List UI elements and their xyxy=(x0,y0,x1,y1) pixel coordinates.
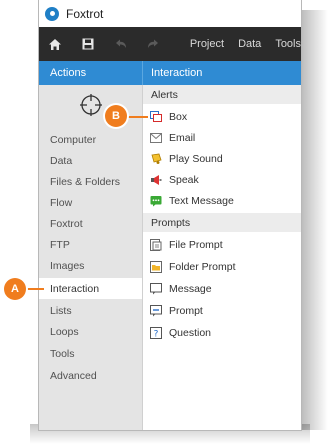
actions-item-flow[interactable]: Flow xyxy=(39,192,142,213)
actions-item-files-folders[interactable]: Files & Folders xyxy=(39,171,142,192)
actions-header: Actions xyxy=(39,61,142,85)
message-icon xyxy=(150,282,162,295)
action-message-label: Message xyxy=(169,282,212,295)
action-text-message-label: Text Message xyxy=(169,194,234,207)
menu-project[interactable]: Project xyxy=(190,38,224,50)
actions-item-foxtrot[interactable]: Foxtrot xyxy=(39,213,142,234)
undo-icon xyxy=(115,39,126,48)
action-question-label: Question xyxy=(169,326,212,339)
file-prompt-icon xyxy=(150,238,162,251)
callout-b-badge: B xyxy=(105,105,127,127)
foxtrot-window: Foxtrot Project Data Tools Actions Inter… xyxy=(38,0,302,431)
action-text-message[interactable]: Text Message xyxy=(143,190,301,211)
folder-prompt-icon xyxy=(150,260,162,273)
section-alerts: Alerts xyxy=(143,85,301,104)
actions-item-lists[interactable]: Lists xyxy=(39,300,142,321)
menu-tools[interactable]: Tools xyxy=(275,38,301,50)
actions-item-images[interactable]: Images xyxy=(39,255,142,276)
action-email[interactable]: Email xyxy=(143,127,301,148)
actions-item-data[interactable]: Data xyxy=(39,150,142,171)
action-file-prompt-label: File Prompt xyxy=(169,238,223,251)
actions-item-advanced[interactable]: Advanced xyxy=(39,365,142,386)
prompt-icon xyxy=(150,304,162,317)
svg-text:?: ? xyxy=(154,329,159,339)
text-message-icon xyxy=(150,195,162,207)
home-button[interactable] xyxy=(39,27,72,61)
action-play-sound[interactable]: Play Sound xyxy=(143,148,301,169)
interaction-panel: Alerts Box Email Play Sound Speak Text M… xyxy=(142,85,301,430)
actions-item-ftp[interactable]: FTP xyxy=(39,234,142,255)
bell-icon xyxy=(150,153,162,165)
home-icon xyxy=(49,38,62,50)
app-logo-icon xyxy=(45,6,59,21)
action-email-label: Email xyxy=(169,131,196,144)
actions-item-tools[interactable]: Tools xyxy=(39,343,142,364)
action-prompt-label: Prompt xyxy=(169,304,203,317)
action-file-prompt[interactable]: File Prompt xyxy=(143,234,301,255)
action-speak[interactable]: Speak xyxy=(143,169,301,190)
redo-button[interactable] xyxy=(137,27,170,61)
callout-a-badge: A xyxy=(4,278,26,300)
actions-item-computer[interactable]: Computer xyxy=(39,129,142,150)
question-icon: ? xyxy=(150,326,162,339)
action-folder-prompt-label: Folder Prompt xyxy=(169,260,236,273)
window-title: Foxtrot xyxy=(66,6,104,21)
action-prompt[interactable]: Prompt xyxy=(143,300,301,321)
actions-panel: Computer Data Files & Folders Flow Foxtr… xyxy=(39,85,142,430)
action-box-label: Box xyxy=(169,110,188,123)
box-icon xyxy=(150,110,162,123)
toolbar: Project Data Tools xyxy=(39,27,301,61)
section-prompts: Prompts xyxy=(143,213,301,232)
envelope-icon xyxy=(150,132,162,144)
action-message[interactable]: Message xyxy=(143,278,301,299)
action-box[interactable]: Box xyxy=(143,106,301,127)
crosshair-icon xyxy=(79,94,102,116)
save-button[interactable] xyxy=(72,27,105,61)
title-bar: Foxtrot xyxy=(39,0,301,27)
actions-item-interaction[interactable]: Interaction xyxy=(39,278,142,299)
action-play-sound-label: Play Sound xyxy=(169,152,223,165)
redo-icon xyxy=(148,39,159,48)
action-question[interactable]: ? Question xyxy=(143,322,301,343)
menu-data[interactable]: Data xyxy=(238,38,261,50)
save-icon xyxy=(82,38,94,50)
interaction-header: Interaction xyxy=(142,61,301,85)
megaphone-icon xyxy=(150,174,162,186)
undo-button[interactable] xyxy=(104,27,137,61)
action-folder-prompt[interactable]: Folder Prompt xyxy=(143,256,301,277)
actions-item-loops[interactable]: Loops xyxy=(39,321,142,342)
action-speak-label: Speak xyxy=(169,173,199,186)
